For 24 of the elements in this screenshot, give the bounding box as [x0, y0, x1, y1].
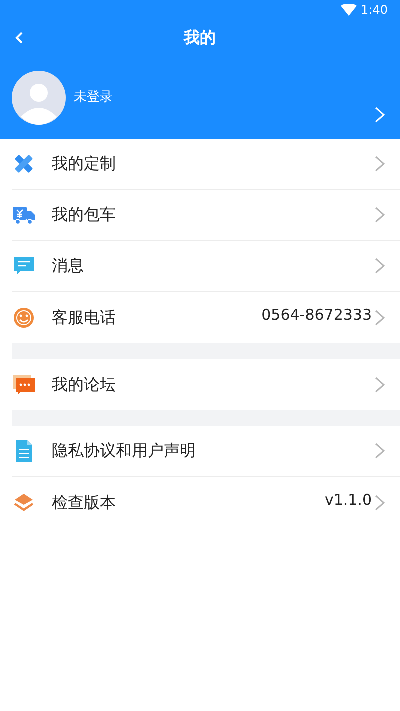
- menu-label: 检查版本: [52, 492, 116, 514]
- status-time: 1:40: [361, 2, 388, 19]
- wifi-icon: [341, 4, 358, 16]
- menu-item[interactable]: 客服电话 0564-8672333: [12, 292, 400, 343]
- message-icon: [12, 254, 36, 278]
- menu-label: 消息: [52, 255, 84, 277]
- menu-item[interactable]: 检查版本 v1.1.0: [12, 477, 400, 528]
- menu-label: 我的论坛: [52, 374, 116, 396]
- menu-item[interactable]: 消息: [12, 241, 400, 292]
- menu-item[interactable]: 我的定制: [12, 139, 400, 190]
- menu-label: 我的定制: [52, 153, 116, 175]
- menu-value: v1.1.0: [324, 490, 372, 512]
- menu-item[interactable]: 我的论坛: [12, 359, 400, 410]
- avatar-icon: [12, 70, 66, 124]
- smiley-icon: [12, 306, 36, 330]
- menu-item[interactable]: 我的包车: [12, 190, 400, 241]
- menu-label: 客服电话: [52, 306, 116, 328]
- menu-item[interactable]: 隐私协议和用户声明: [12, 426, 400, 477]
- page-title: 我的: [184, 27, 216, 49]
- menu-label: 隐私协议和用户声明: [52, 440, 196, 462]
- menu-value: 0564-8672333: [262, 305, 372, 326]
- menu-label: 我的包车: [52, 204, 116, 226]
- profile-name: 未登录: [74, 88, 113, 107]
- chat-icon: [12, 372, 36, 396]
